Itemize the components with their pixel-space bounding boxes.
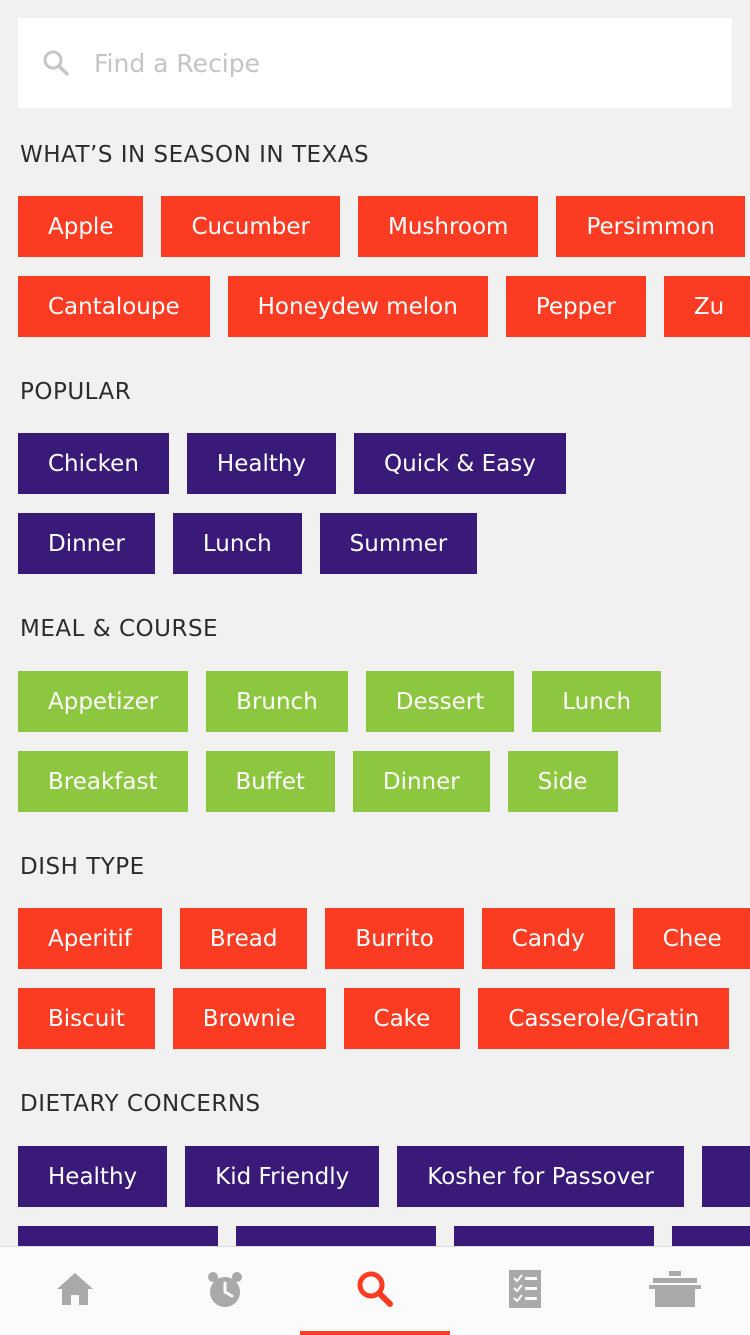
tag-button[interactable]: Dessert — [365, 671, 515, 732]
search-icon — [355, 1269, 395, 1313]
tag-button[interactable] — [18, 1226, 218, 1246]
tag-row: Breakfast Buffet Dinner Side — [18, 751, 618, 812]
tab-search[interactable] — [300, 1247, 450, 1335]
tag-row: Aperitif Bread Burrito Candy Chee — [18, 908, 750, 969]
tag-button[interactable]: Biscuit — [18, 988, 155, 1049]
tag-button[interactable]: Lunch — [172, 513, 302, 574]
tag-button[interactable]: Dinner — [18, 513, 155, 574]
tag-button[interactable]: Zu — [663, 276, 750, 337]
tag-row: Apple Cucumber Mushroom Persimmon — [18, 196, 745, 257]
tag-button[interactable]: Cucumber — [161, 196, 340, 257]
tag-button[interactable]: Chicken — [18, 433, 169, 494]
tag-row: Appetizer Brunch Dessert Lunch — [18, 671, 662, 732]
tag-button[interactable]: Pepper — [505, 276, 646, 337]
search-icon — [42, 49, 70, 77]
alarm-clock-icon — [205, 1269, 245, 1313]
section-title: WHAT’S IN SEASON IN TEXAS — [20, 142, 370, 168]
active-tab-indicator — [300, 1331, 450, 1335]
tag-button[interactable] — [236, 1226, 436, 1246]
tag-row: Dinner Lunch Summer — [18, 513, 478, 574]
checklist-icon — [508, 1269, 542, 1313]
tag-button[interactable]: Brownie — [172, 988, 326, 1049]
tag-button[interactable]: Healthy — [186, 433, 337, 494]
tag-button[interactable] — [454, 1226, 654, 1246]
tag-button[interactable]: Lunch — [532, 671, 662, 732]
tag-button[interactable]: Side — [507, 751, 618, 812]
search-input[interactable] — [92, 47, 656, 79]
tag-button[interactable]: Aperitif — [18, 908, 162, 969]
tag-button[interactable]: Brunch — [206, 671, 348, 732]
tag-button[interactable]: Quick & Easy — [354, 433, 566, 494]
tag-button[interactable]: Burrito — [325, 908, 464, 969]
tag-row: Healthy Kid Friendly Kosher for Passover — [18, 1146, 750, 1207]
tag-button[interactable]: Summer — [319, 513, 478, 574]
tag-button[interactable]: Bread — [179, 908, 308, 969]
browse-content: WHAT’S IN SEASON IN TEXAS Apple Cucumber Mu… — [0, 0, 750, 1246]
tab-pantry[interactable] — [600, 1247, 750, 1335]
tag-button[interactable]: Cantaloupe — [18, 276, 210, 337]
section-title: MEAL & COURSE — [20, 616, 219, 642]
section-title: POPULAR — [20, 379, 132, 405]
tag-button[interactable]: Persimmon — [556, 196, 745, 257]
tag-button[interactable]: Buffet — [205, 751, 335, 812]
tab-home[interactable] — [0, 1247, 150, 1335]
tag-row — [18, 1226, 750, 1246]
tag-button[interactable]: Candy — [481, 908, 615, 969]
tag-button[interactable] — [701, 1146, 750, 1207]
tag-button[interactable]: Kid Friendly — [185, 1146, 380, 1207]
tag-button[interactable]: Chee — [632, 908, 750, 969]
tab-timer[interactable] — [150, 1247, 300, 1335]
home-icon — [55, 1271, 95, 1311]
tag-button[interactable]: Apple — [18, 196, 144, 257]
section-title: DIETARY CONCERNS — [20, 1091, 261, 1117]
section-title: DISH TYPE — [20, 854, 145, 880]
search-bar[interactable] — [18, 18, 732, 108]
tag-button[interactable]: Kosher for Passover — [397, 1146, 684, 1207]
cooking-pot-icon — [649, 1269, 701, 1313]
tag-row: Biscuit Brownie Cake Casserole/Gratin — [18, 988, 730, 1049]
tag-button[interactable] — [672, 1226, 750, 1246]
tag-button[interactable]: Mushroom — [357, 196, 539, 257]
tag-button[interactable]: Casserole/Gratin — [478, 988, 730, 1049]
tag-row: Chicken Healthy Quick & Easy — [18, 433, 566, 494]
tab-bar — [0, 1246, 750, 1335]
tag-button[interactable]: Appetizer — [18, 671, 189, 732]
tag-button[interactable]: Cake — [343, 988, 461, 1049]
tag-button[interactable]: Breakfast — [18, 751, 188, 812]
tag-button[interactable]: Honeydew melon — [227, 276, 488, 337]
tag-button[interactable]: Dinner — [352, 751, 490, 812]
tag-row: Cantaloupe Honeydew melon Pepper Zu — [18, 276, 750, 337]
tag-button[interactable]: Healthy — [18, 1146, 168, 1207]
tab-lists[interactable] — [450, 1247, 600, 1335]
